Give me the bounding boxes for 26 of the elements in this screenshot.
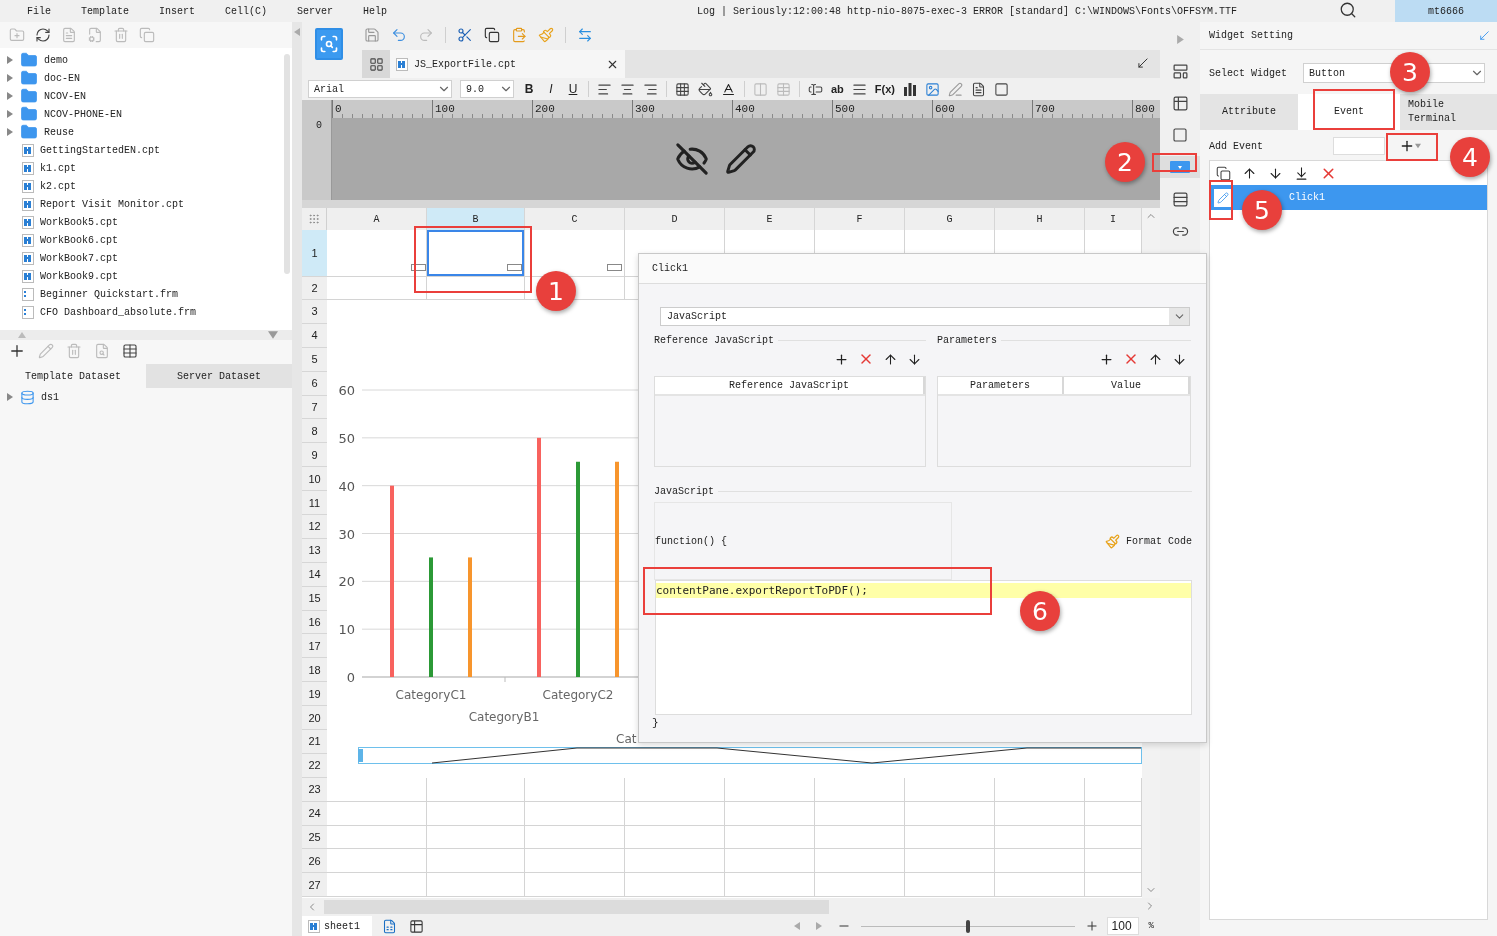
log-message: Log | Seriously:12:00:48 http-nio-8075-exec-3 ERROR [standard] C:\WINDOWS\Fonts\OFFSYM.TTF <box>696 5 1237 17</box>
axis-tick-label: 40 <box>338 478 355 494</box>
axis-tick-label: 20 <box>338 574 355 590</box>
panel-title: Widget Setting <box>1209 30 1293 41</box>
ruler-mark: 0 <box>302 118 332 200</box>
category-label: CategoryC1 <box>395 688 467 702</box>
column-header: Reference JavaScript <box>655 377 925 394</box>
axis-tick-label: 60 <box>338 383 355 398</box>
percent-label: % <box>1148 921 1154 931</box>
group-label: CategoryB1 <box>468 710 540 724</box>
axis-tick-label: 50 <box>338 430 355 446</box>
category-label: CategoryC2 <box>542 688 614 702</box>
section-label: Parameters <box>937 334 997 346</box>
axis-tick-label: 10 <box>338 622 355 638</box>
function-header: function() { <box>655 535 727 547</box>
column-header: Value <box>1064 377 1190 394</box>
group-label: Cat <box>616 732 637 746</box>
section-label: Reference JavaScript <box>654 334 775 346</box>
field-label: Add Event <box>1209 140 1263 152</box>
section-label: JavaScript <box>654 485 714 497</box>
axis-tick-label: 0 <box>346 670 355 685</box>
dialog-title: Click1 <box>652 263 688 274</box>
axis-tick-label: 30 <box>338 526 355 542</box>
function-footer: } <box>652 717 1192 729</box>
field-label: Select Widget <box>1209 67 1288 79</box>
column-header: Parameters <box>938 377 1064 394</box>
